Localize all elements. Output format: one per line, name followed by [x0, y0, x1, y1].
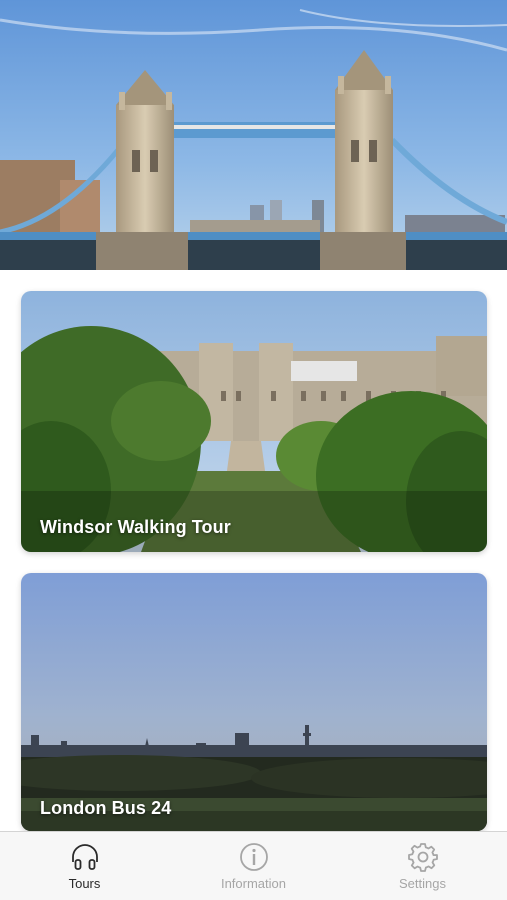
hero-image-tower-bridge: [0, 0, 507, 270]
tab-information[interactable]: Information: [184, 832, 324, 891]
tour-card[interactable]: Windsor Walking Tour: [21, 291, 487, 552]
tab-label-tours: Tours: [68, 876, 101, 891]
london-skyline-image: [21, 573, 487, 831]
tab-label-information: Information: [220, 876, 287, 891]
info-icon: [239, 843, 268, 871]
tour-card-title: London Bus 24: [40, 798, 172, 818]
tour-card[interactable]: London Bus 24: [21, 573, 487, 831]
tab-settings[interactable]: Settings: [353, 832, 493, 891]
tab-bar: Tours Information Settings: [0, 831, 507, 900]
tour-card-title: Windsor Walking Tour: [40, 517, 231, 537]
tab-label-settings: Settings: [399, 876, 446, 891]
tab-tours[interactable]: Tours: [15, 832, 155, 891]
gear-icon: [407, 843, 438, 872]
headphones-icon: [71, 844, 98, 870]
windsor-castle-image: [21, 291, 487, 552]
